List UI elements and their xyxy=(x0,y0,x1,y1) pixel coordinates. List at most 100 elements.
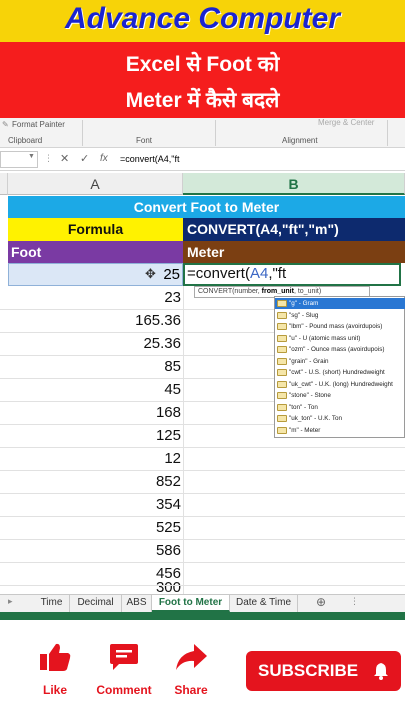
bell-icon xyxy=(374,663,388,680)
unit-icon xyxy=(277,369,287,376)
share-button[interactable]: Share xyxy=(166,642,216,697)
column-header-a[interactable]: A xyxy=(8,173,183,195)
ribbon-divider xyxy=(387,120,388,146)
foot-header-cell[interactable]: Foot xyxy=(8,241,183,263)
cell-a4-value: 25 xyxy=(163,266,180,283)
like-button[interactable]: Like xyxy=(30,642,80,697)
format-painter-icon[interactable]: ✎ xyxy=(2,120,9,129)
table-row[interactable]: 85 xyxy=(8,355,181,378)
list-item-label: "m" - Meter xyxy=(289,426,321,434)
subscribe-button[interactable]: SUBSCRIBE xyxy=(246,651,401,691)
list-item[interactable]: "grain" - Grain xyxy=(275,356,405,367)
merge-center-button[interactable]: Merge & Center xyxy=(318,118,374,127)
select-all-corner[interactable] xyxy=(0,173,8,195)
cell-a4[interactable]: ✥ 25 xyxy=(8,263,183,286)
list-item[interactable]: "m" - Meter xyxy=(275,425,405,436)
list-item-label: "cwt" - U.S. (short) Hundredweight xyxy=(289,369,385,376)
list-item-label: "stone" - Stone xyxy=(289,392,331,399)
meter-header-cell[interactable]: Meter xyxy=(183,241,405,263)
grid-line xyxy=(0,470,405,471)
list-item[interactable]: "cwt" - U.S. (short) Hundredweight xyxy=(275,367,405,378)
caption-banner: Excel से Foot को Meter में कैसे बदले xyxy=(0,42,405,118)
ribbon-divider xyxy=(215,120,216,146)
tooltip-suffix: , to_unit) xyxy=(293,288,322,295)
table-row[interactable]: 852 xyxy=(8,470,181,493)
caption-line-2: Meter में कैसे बदले xyxy=(125,89,280,112)
unit-icon xyxy=(277,392,287,399)
unit-icon xyxy=(277,403,287,411)
list-item[interactable]: "ton" - Ton xyxy=(275,402,405,413)
unit-icon xyxy=(277,323,287,330)
tab-foot-to-meter[interactable]: Foot to Meter xyxy=(152,595,230,612)
add-sheet-icon[interactable]: ⊕ xyxy=(316,595,326,609)
table-row[interactable]: 45 xyxy=(8,378,181,401)
grid-line xyxy=(0,447,405,448)
edit-reference: A4 xyxy=(249,265,269,282)
table-row[interactable]: 25.36 xyxy=(8,332,181,355)
list-item[interactable]: "ozm" - Ounce mass (avoirdupois) xyxy=(275,344,405,355)
screen: { "banner": { "title": "Advance Computer… xyxy=(0,0,405,720)
table-row[interactable]: 525 xyxy=(8,516,181,539)
list-item-label: "uk_cwt" - U.K. (long) Hundredweight xyxy=(289,380,393,388)
list-item[interactable]: "sg" - Slug xyxy=(275,310,405,321)
grid-line xyxy=(0,539,405,540)
unit-icon xyxy=(277,357,287,365)
insert-function-icon[interactable]: fx xyxy=(100,153,108,164)
formula-bar: ▼ ⋮ ✕ ✓ fx =convert(A4,"ft xyxy=(0,149,405,171)
list-item-label: "grain" - Grain xyxy=(289,357,329,365)
sheet-tab-bar: ▸ Time Decimal ABS Foot to Meter Date & … xyxy=(0,594,405,612)
enter-icon[interactable]: ✓ xyxy=(80,152,89,165)
caption-line-1: Excel से Foot को xyxy=(125,53,280,76)
grid-line xyxy=(0,585,405,586)
list-item-label: "ozm" - Ounce mass (avoirdupois) xyxy=(289,346,385,353)
table-row[interactable]: 12 xyxy=(8,447,181,470)
sheet-title-cell[interactable]: Convert Foot to Meter xyxy=(8,196,405,218)
more-icon: ⋮ xyxy=(44,153,53,163)
table-row[interactable]: 125 xyxy=(8,424,181,447)
list-item[interactable]: "stone" - Stone xyxy=(275,390,405,401)
tooltip-prefix: CONVERT(number, xyxy=(198,288,262,295)
unit-icon xyxy=(277,311,287,319)
table-row[interactable]: 165.36 xyxy=(8,309,181,332)
list-item[interactable]: "uk_ton" - U.K. Ton xyxy=(275,413,405,424)
ribbon-divider xyxy=(82,120,83,146)
unit-autocomplete-list: "g" - Gram "sg" - Slug "lbm" - Pound mas… xyxy=(274,296,405,438)
list-item-label: "ton" - Ton xyxy=(289,403,318,411)
cell-cursor-icon: ✥ xyxy=(145,266,156,281)
formula-label-cell[interactable]: Formula xyxy=(8,218,183,241)
list-item[interactable]: "lbm" - Pound mass (avoirdupois) xyxy=(275,321,405,332)
thumbs-up-icon xyxy=(40,643,71,671)
tooltip-current-arg: from_unit xyxy=(261,288,294,295)
format-painter-button[interactable]: Format Painter xyxy=(12,120,65,129)
column-header-b[interactable]: B xyxy=(183,173,405,195)
list-item-label: "g" - Gram xyxy=(289,300,319,307)
more-icon[interactable]: ⋮ xyxy=(350,596,359,607)
tab-abs[interactable]: ABS xyxy=(122,595,152,612)
share-icon xyxy=(176,644,207,670)
grid-line xyxy=(0,562,405,563)
grid-line xyxy=(0,516,405,517)
channel-title: Advance Computer xyxy=(64,2,341,35)
share-label: Share xyxy=(174,683,208,697)
table-row[interactable]: 23 xyxy=(8,286,181,309)
formula-text-cell[interactable]: CONVERT(A4,"ft","m") xyxy=(183,218,405,241)
tab-date-time[interactable]: Date & Time xyxy=(230,595,298,612)
scroll-tabs-left-icon[interactable]: ▸ xyxy=(8,596,13,607)
cancel-icon[interactable]: ✕ xyxy=(60,152,69,165)
list-item-label: "lbm" - Pound mass (avoirdupois) xyxy=(289,323,383,330)
comment-button[interactable]: Comment xyxy=(94,642,154,697)
table-row[interactable]: 300 xyxy=(8,580,181,594)
list-item[interactable]: "u" - U (atomic mass unit) xyxy=(275,333,405,344)
alignment-group-label: Alignment xyxy=(282,136,318,145)
list-item[interactable]: "uk_cwt" - U.K. (long) Hundredweight xyxy=(275,379,405,390)
list-item[interactable]: "g" - Gram xyxy=(275,298,405,309)
tab-decimal[interactable]: Decimal xyxy=(70,595,122,612)
table-row[interactable]: 586 xyxy=(8,539,181,562)
table-row[interactable]: 168 xyxy=(8,401,181,424)
comment-icon xyxy=(110,644,138,670)
tab-time[interactable]: Time xyxy=(34,595,70,612)
chevron-down-icon[interactable]: ▼ xyxy=(28,153,35,160)
table-row[interactable]: 354 xyxy=(8,493,181,516)
formula-input[interactable]: =convert(A4,"ft xyxy=(120,154,179,164)
list-item-label: "u" - U (atomic mass unit) xyxy=(289,334,361,342)
